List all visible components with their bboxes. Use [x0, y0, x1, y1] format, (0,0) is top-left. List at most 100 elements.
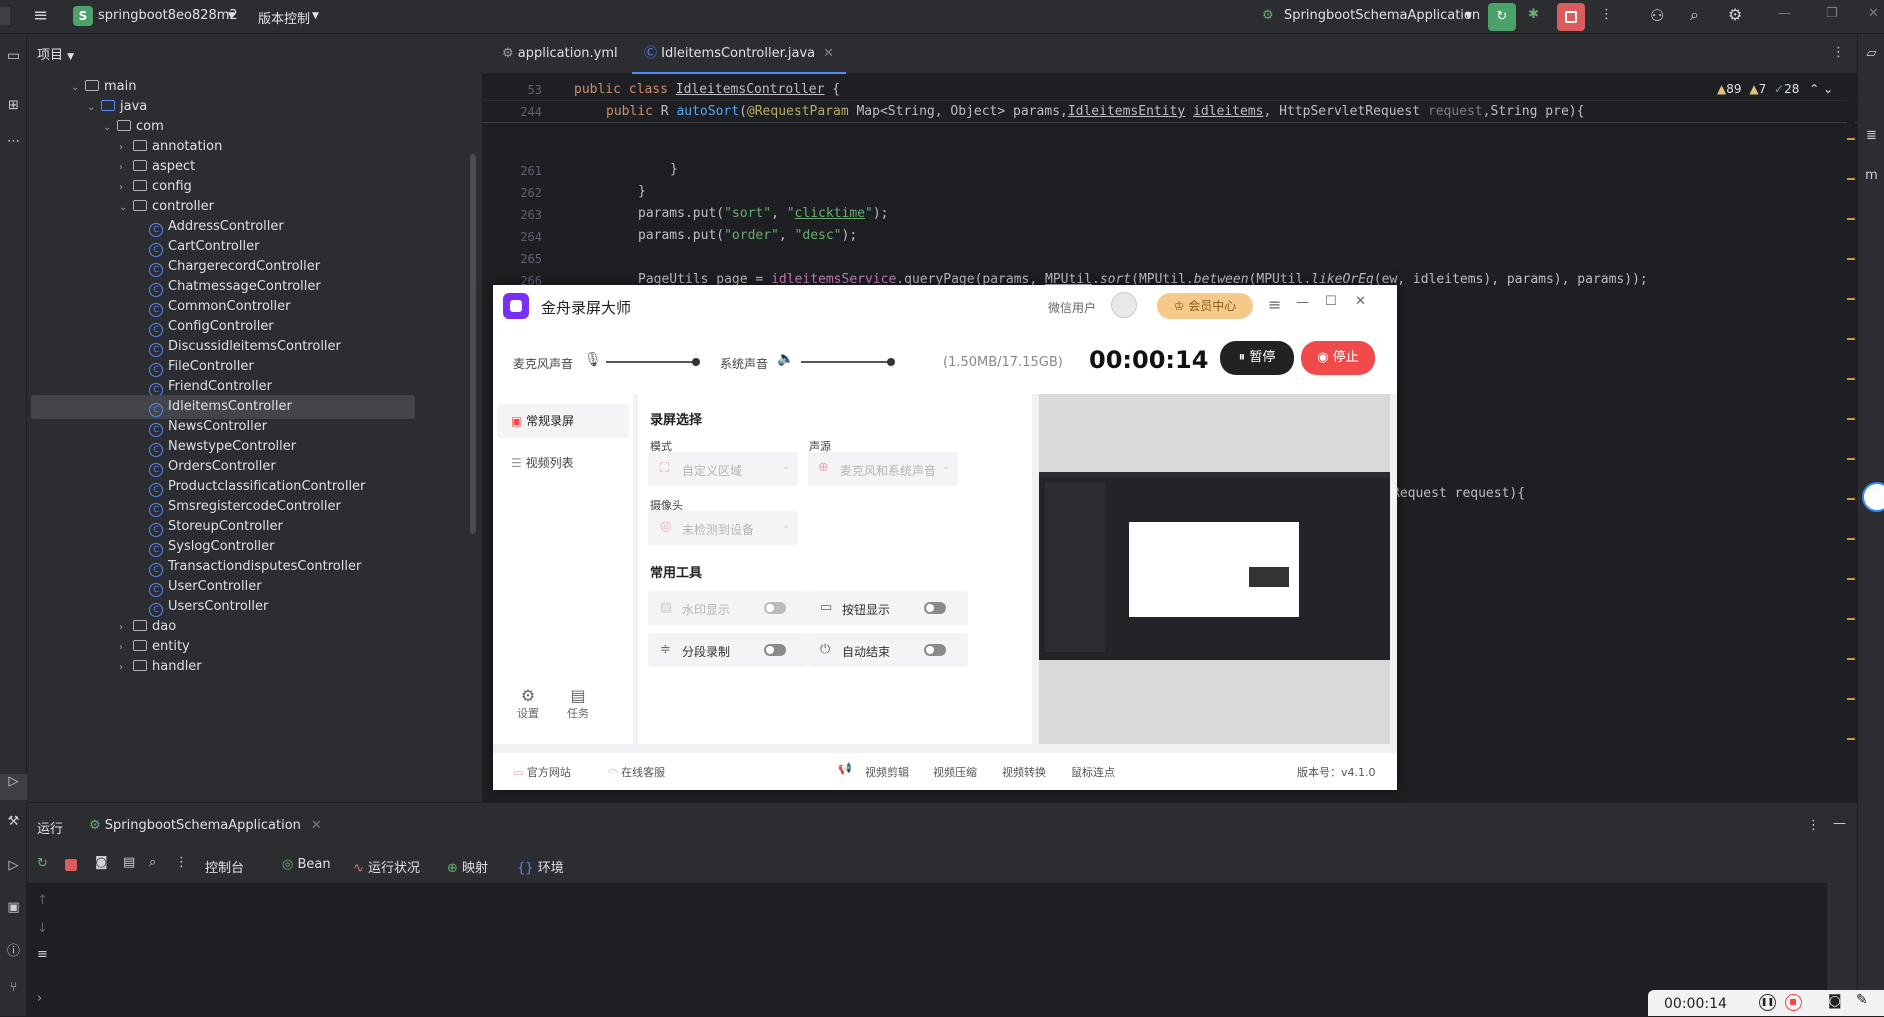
audio-source-select[interactable]: ⊕ 麦克风和系统声音 ⌄ [808, 452, 958, 486]
camera-icon[interactable]: ◙ [95, 855, 108, 870]
menu-icon[interactable]: ≡ [1268, 295, 1281, 314]
tab-application-yml[interactable]: ⚙ application.yml [490, 34, 630, 74]
tree-scrollbar[interactable] [470, 154, 476, 534]
mic-volume-slider[interactable] [606, 358, 700, 366]
mode-select[interactable]: ⛶ 自定义区域 ⌄ [648, 452, 798, 486]
nav-item-video-list[interactable]: ☰ 视频列表 [497, 446, 629, 480]
vcs-menu[interactable]: 版本控制 [258, 8, 310, 27]
debug-icon[interactable]: ✱ [1528, 7, 1539, 22]
online-support-link[interactable]: ◠ 在线客服 [608, 764, 665, 780]
auto-stop-tool[interactable]: ⏻ 自动结束 [808, 633, 968, 667]
settings-gear-icon[interactable]: ⚙ [1728, 5, 1742, 24]
run-tab-health[interactable]: ∿ 运行状况 [353, 857, 420, 876]
more-tools-icon[interactable]: ⋯ [0, 134, 27, 149]
speaker-icon[interactable]: 🔈 [777, 351, 794, 367]
search-icon[interactable]: ⌕ [1690, 5, 1699, 25]
services-icon[interactable]: ▷ [0, 858, 27, 873]
hamburger-menu-icon[interactable]: ≡ [33, 5, 48, 26]
run-config-selector[interactable]: SpringbootSchemaApplication [1284, 8, 1480, 23]
button-display-toggle[interactable] [924, 602, 946, 614]
notifications-icon[interactable]: ▱ [1858, 46, 1884, 61]
chevron-right-icon[interactable]: › [119, 656, 133, 680]
run-panel-title[interactable]: 运行 [37, 818, 63, 837]
structure-icon[interactable]: ⊞ [0, 98, 27, 113]
close-icon[interactable]: ✕ [1355, 294, 1366, 309]
minimize-icon[interactable]: — [1778, 6, 1791, 21]
inspections-widget[interactable]: ▲89 ▲7 ✓28 ⌃ ⌄ [1717, 82, 1833, 96]
scroll-down-icon[interactable]: ↓ [37, 921, 48, 936]
close-tab-icon[interactable]: ✕ [823, 46, 834, 61]
mic-icon[interactable]: 🎙 [584, 352, 602, 368]
user-label[interactable]: 微信用户 [1048, 299, 1096, 316]
terminal-icon[interactable]: ▣ [0, 900, 27, 915]
stop-button[interactable] [1557, 3, 1585, 31]
close-icon[interactable]: ✕ [1868, 6, 1879, 21]
mouse-clicker-link[interactable]: 鼠标连点 [1071, 764, 1115, 780]
project-panel-title[interactable]: 项目 ▼ [37, 44, 74, 63]
mini-pen-icon[interactable]: ✎ [1856, 992, 1868, 1008]
maven-icon[interactable]: m [1858, 168, 1884, 183]
console-output[interactable]: ↑ ↓ ≡ › [27, 883, 1827, 1017]
pause-button[interactable]: ⏸ 暂停 [1220, 341, 1294, 375]
watermark-toggle[interactable] [764, 602, 786, 614]
segment-record-tool[interactable]: ≑ 分段录制 [648, 633, 808, 667]
project-name[interactable]: springboot8eo828m2 [98, 8, 238, 23]
tree-folder-handler[interactable]: › handler [31, 655, 415, 679]
maximize-icon[interactable]: ❐ [1826, 6, 1838, 21]
rerun-icon[interactable]: ↻ [37, 856, 48, 871]
chevron-down-icon[interactable]: ▼ [312, 11, 319, 21]
mini-camera-icon[interactable]: ◙ [1828, 993, 1842, 1009]
nav-item-regular-record[interactable]: ▣ 常规录屏 [497, 404, 629, 438]
minimize-icon[interactable]: — [1296, 295, 1309, 310]
database-icon[interactable]: ≣ [1858, 128, 1884, 143]
run-tab-mappings[interactable]: ⊕ 映射 [447, 857, 488, 876]
user-add-icon[interactable]: ⚇ [1650, 6, 1664, 25]
camera-select[interactable]: ◎ 未检测到设备 ⌄ [648, 511, 798, 545]
vip-center-button[interactable]: ♔ 会员中心 [1157, 293, 1253, 319]
build-icon[interactable]: ⚒ [0, 814, 27, 829]
expand-icon[interactable]: › [37, 991, 42, 1006]
rerun-button[interactable]: ↻ [1488, 3, 1516, 31]
auto-stop-toggle[interactable] [924, 644, 946, 656]
project-folder-icon[interactable]: ▭ [0, 48, 27, 64]
chevron-down-icon[interactable]: ▼ [228, 11, 235, 21]
search-log-icon[interactable]: ⌕ [149, 855, 156, 870]
video-edit-link[interactable]: 视频剪辑 [865, 764, 909, 780]
system-volume-slider[interactable] [801, 358, 895, 366]
chevron-down-icon[interactable]: ▼ [1465, 11, 1472, 21]
stop-button[interactable]: ◉ 停止 [1301, 341, 1375, 375]
problems-icon[interactable]: ⓘ [0, 940, 27, 959]
video-compress-link[interactable]: 视频压缩 [933, 764, 977, 780]
wrap-icon[interactable]: ≡ [37, 947, 48, 962]
mini-pause-icon[interactable]: ❚❚ [1759, 994, 1776, 1011]
more-vertical-icon[interactable]: ⋮ [1600, 7, 1613, 22]
segment-record-toggle[interactable] [764, 644, 786, 656]
run-app-tab[interactable]: ⚙ SpringbootSchemaApplication ✕ [89, 818, 322, 833]
git-icon[interactable]: ⑂ [0, 980, 27, 995]
terminal-run-icon[interactable]: ▷ [0, 774, 27, 800]
official-site-link[interactable]: ▭ 官方网站 [513, 764, 571, 780]
avatar[interactable] [1111, 292, 1137, 318]
video-convert-link[interactable]: 视频转换 [1002, 764, 1046, 780]
minimize-panel-icon[interactable]: — [1833, 816, 1846, 831]
more-vertical-icon[interactable]: ⋮ [175, 855, 188, 870]
tab-idleitems-controller[interactable]: Ⓒ IdleitemsController.java ✕ [632, 34, 847, 74]
folder-icon [133, 660, 147, 671]
maximize-icon[interactable]: ☐ [1325, 294, 1337, 309]
run-tab-bean[interactable]: ◎ Bean [282, 857, 331, 872]
tree-item-label: main [104, 79, 137, 94]
restore-layout-icon[interactable]: ▤ [123, 855, 135, 870]
watermark-tool[interactable]: ▨ 水印显示 [648, 591, 808, 625]
floating-assistant-icon[interactable] [1862, 482, 1884, 512]
settings-button[interactable]: ⚙ 设置 [513, 686, 543, 721]
scroll-up-icon[interactable]: ↑ [37, 893, 48, 908]
run-tab-environment[interactable]: {} 环境 [517, 857, 564, 876]
more-vertical-icon[interactable]: ⋮ [1807, 818, 1820, 833]
run-tab-console[interactable]: 控制台 [205, 857, 245, 885]
mini-stop-icon[interactable] [1785, 994, 1802, 1011]
stop-icon[interactable] [65, 859, 77, 871]
button-display-tool[interactable]: ▭ 按钮显示 [808, 591, 968, 625]
tasks-button[interactable]: ▤ 任务 [563, 686, 593, 721]
project-badge[interactable]: S [73, 6, 93, 26]
more-vertical-icon[interactable]: ⋮ [1832, 45, 1845, 60]
